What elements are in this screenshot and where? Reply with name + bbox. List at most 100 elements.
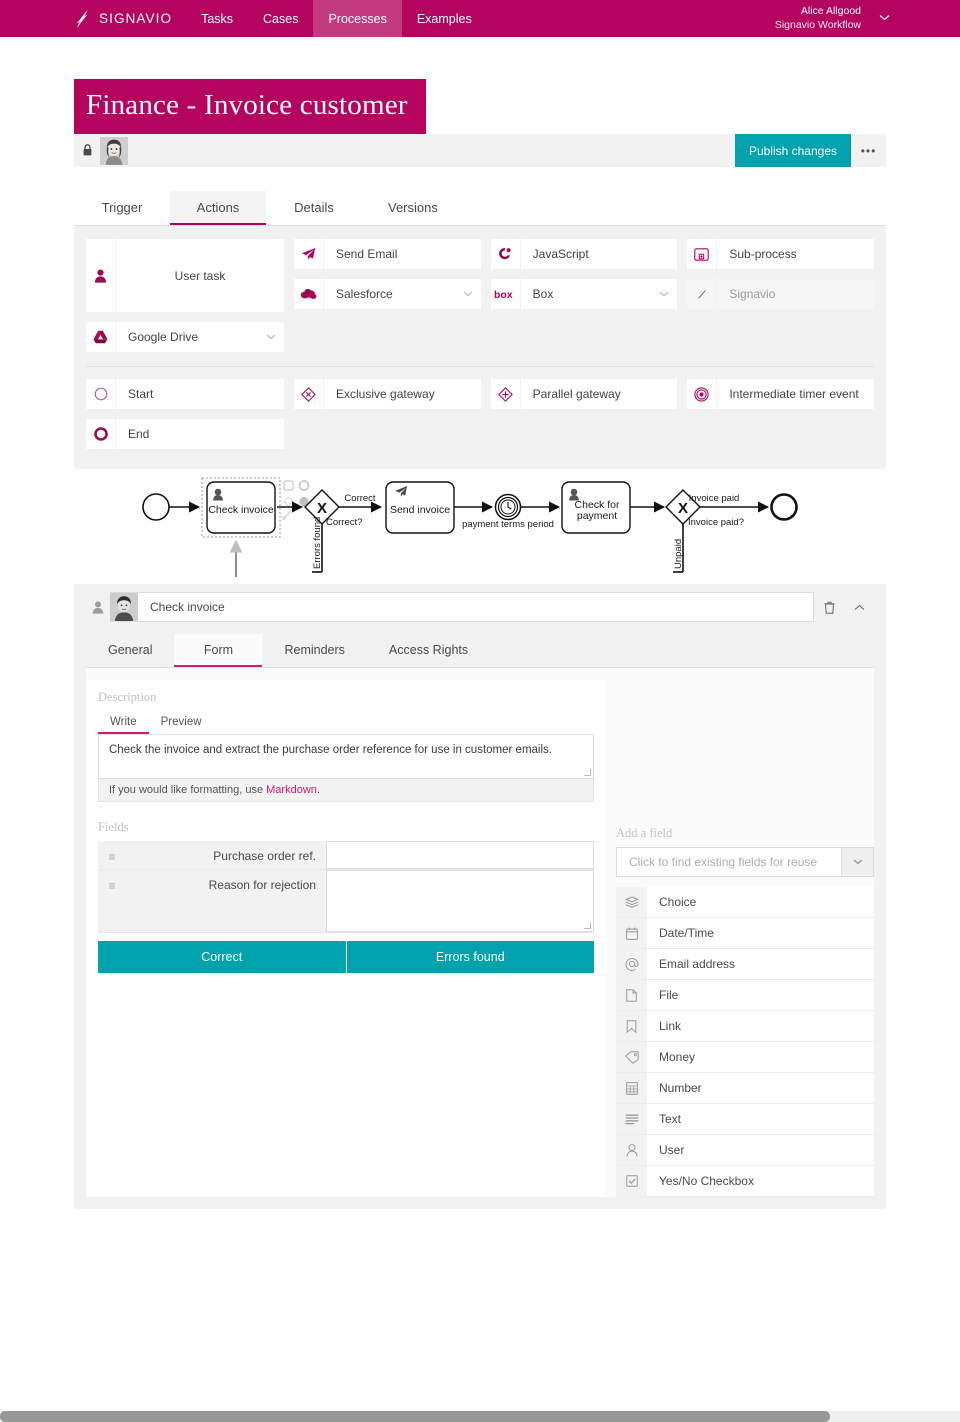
form-button-errors-found[interactable]: Errors found	[345, 941, 594, 973]
field-input-reason-for-rejection[interactable]	[326, 870, 594, 932]
svg-text:Correct?: Correct?	[326, 517, 362, 528]
ellipsis-icon[interactable]: •••	[851, 134, 886, 167]
number-grid-icon	[616, 1073, 647, 1103]
chevron-down-icon[interactable]	[455, 279, 481, 309]
chevron-down-icon[interactable]	[258, 322, 284, 352]
tab-details[interactable]: Details	[266, 191, 362, 225]
palette-tile-parallel-gateway[interactable]: Parallel gateway	[490, 379, 678, 409]
palette-tile-label: Signavio	[729, 287, 776, 301]
field-label: Purchase order ref.	[213, 849, 316, 863]
palette-divider	[86, 366, 874, 367]
nav-item-cases[interactable]: Cases	[248, 0, 313, 37]
palette-tile-sub-process[interactable]: Sub-process	[687, 239, 875, 269]
horizontal-scrollbar-thumb[interactable]	[0, 1411, 830, 1422]
avatar	[110, 593, 138, 621]
form-button-correct[interactable]: Correct	[98, 941, 346, 973]
nav-item-processes[interactable]: Processes	[313, 0, 402, 37]
field-row: ≡ Purchase order ref.	[98, 841, 594, 870]
lock-icon	[74, 144, 100, 157]
bpmn-diagram-canvas[interactable]: Check invoice X Correct? Correct Errors …	[74, 469, 886, 584]
user-menu[interactable]: Alice Allgood Signavio Workflow	[775, 0, 890, 37]
properties-title-input[interactable]: Check invoice	[110, 592, 814, 622]
publish-changes-button[interactable]: Publish changes	[734, 134, 851, 167]
resize-grip-icon[interactable]	[584, 769, 591, 776]
markdown-link[interactable]: Markdown	[266, 784, 317, 796]
horizontal-scrollbar[interactable]	[0, 1411, 960, 1422]
salesforce-icon	[294, 279, 324, 309]
brand[interactable]: SIGNAVIO	[0, 0, 186, 37]
checkbox-icon	[616, 1166, 647, 1196]
nav-item-tasks[interactable]: Tasks	[186, 0, 248, 37]
field-type-date-time[interactable]: Date/Time	[616, 918, 874, 949]
description-textarea[interactable]: Check the invoice and extract the purcha…	[98, 735, 594, 779]
field-type-label: Text	[659, 1112, 682, 1126]
palette-tile-exclusive-gateway[interactable]: Exclusive gateway	[294, 379, 481, 409]
page-title: Finance - Invoice customer	[74, 79, 426, 134]
field-type-email-address[interactable]: Email address	[616, 949, 874, 980]
money-icon	[616, 1042, 647, 1072]
meta-actions: Publish changes •••	[734, 134, 886, 167]
add-field-search-select[interactable]: Click to find existing fields for reuse	[616, 847, 874, 877]
trash-icon[interactable]	[814, 592, 844, 622]
field-type-choice[interactable]: Choice	[616, 887, 874, 918]
ptab-reminders[interactable]: Reminders	[262, 634, 366, 667]
field-type-user[interactable]: User	[616, 1135, 874, 1166]
meta-bar: Publish changes •••	[74, 134, 886, 167]
javascript-icon	[491, 239, 521, 269]
palette-tile-box[interactable]: box Box	[490, 279, 678, 309]
field-input-purchase-order-ref[interactable]	[326, 841, 594, 869]
tab-actions[interactable]: Actions	[170, 191, 266, 225]
field-type-file[interactable]: File	[616, 980, 874, 1011]
parallel-gateway-icon	[491, 379, 521, 409]
field-type-label: Money	[659, 1050, 696, 1064]
ptab-general[interactable]: General	[86, 634, 174, 667]
chevron-down-icon[interactable]	[879, 13, 890, 24]
drag-handle-icon[interactable]: ≡	[98, 841, 126, 869]
exclusive-gateway-icon	[294, 379, 324, 409]
drag-handle-icon[interactable]: ≡	[98, 870, 126, 932]
palette-tile-signavio[interactable]: Signavio	[687, 279, 875, 309]
field-type-label: Email address	[659, 957, 736, 971]
tab-versions[interactable]: Versions	[362, 191, 464, 225]
field-type-link[interactable]: Link	[616, 1011, 874, 1042]
field-type-money[interactable]: Money	[616, 1042, 874, 1073]
add-field-placeholder: Click to find existing fields for reuse	[629, 855, 818, 869]
resize-grip-icon[interactable]	[584, 922, 591, 929]
palette-tile-send-email[interactable]: Send Email	[294, 239, 481, 269]
palette-tile-start-event[interactable]: Start	[86, 379, 284, 409]
choice-icon	[616, 887, 647, 917]
palette-tile-javascript[interactable]: JavaScript	[490, 239, 678, 269]
svg-text:Check invoice: Check invoice	[208, 504, 274, 516]
palette-column-1: User task Google Drive	[86, 239, 284, 362]
chevron-down-icon[interactable]	[651, 279, 677, 309]
description-text: Check the invoice and extract the purcha…	[109, 744, 552, 756]
add-field-section-label: Add a field	[616, 826, 673, 840]
chevron-down-icon[interactable]	[841, 848, 873, 876]
ptab-form[interactable]: Form	[174, 634, 263, 667]
end-event-icon	[86, 419, 116, 449]
palette-tile-label: Box	[532, 287, 554, 301]
field-type-list: Choice Date/Time Email address File Link…	[616, 887, 874, 1197]
bookmark-icon	[616, 1011, 647, 1041]
field-type-number[interactable]: Number	[616, 1073, 874, 1104]
palette-tile-google-drive[interactable]: Google Drive	[86, 322, 284, 352]
write-tab[interactable]: Write	[98, 711, 149, 734]
palette-tile-user-task[interactable]: User task	[86, 239, 284, 312]
preview-tab[interactable]: Preview	[149, 711, 214, 734]
field-type-text[interactable]: Text	[616, 1104, 874, 1135]
palette-tile-end-event[interactable]: End	[86, 419, 284, 449]
tab-trigger[interactable]: Trigger	[74, 191, 170, 225]
nav-item-examples[interactable]: Examples	[402, 0, 487, 37]
field-type-label: Yes/No Checkbox	[659, 1174, 754, 1188]
ptab-access-rights[interactable]: Access Rights	[367, 634, 490, 667]
timer-event-icon	[687, 379, 718, 409]
field-type-yes-no-checkbox[interactable]: Yes/No Checkbox	[616, 1166, 874, 1197]
properties-header: Check invoice	[86, 592, 874, 622]
top-navigation-bar: SIGNAVIO Tasks Cases Processes Examples …	[0, 0, 960, 37]
palette-tile-salesforce[interactable]: Salesforce	[294, 279, 481, 309]
palette-tile-timer-event[interactable]: Intermediate timer event	[687, 379, 875, 409]
palette-column-3: JavaScript box Box	[490, 239, 678, 362]
field-type-label: Link	[659, 1019, 682, 1033]
chevron-up-icon[interactable]	[844, 592, 874, 622]
diagram-end-event	[770, 493, 798, 521]
